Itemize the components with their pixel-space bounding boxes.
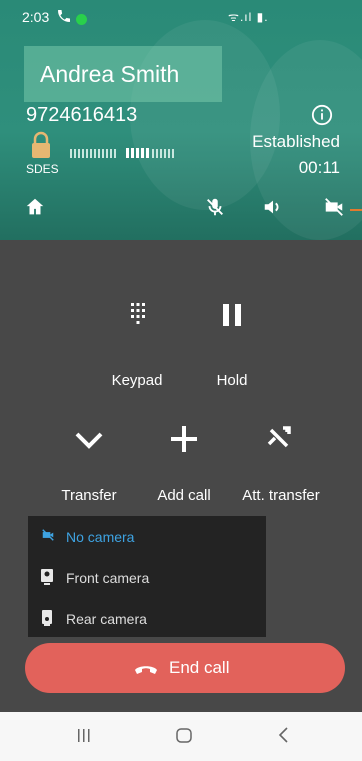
transfer-label: Transfer (61, 487, 117, 504)
active-call-dot (76, 14, 87, 25)
end-call-button[interactable]: End call (25, 643, 345, 693)
system-navigation-bar (0, 712, 362, 761)
rear-camera-icon (40, 610, 54, 631)
transfer-icon (75, 432, 103, 449)
front-camera-icon (40, 569, 54, 590)
signal-quality-bars (70, 146, 180, 165)
video-off-icon[interactable] (322, 196, 350, 224)
menu-item-label: Front camera (66, 570, 150, 586)
call-status: Established (252, 132, 340, 151)
hold-button[interactable]: Hold (203, 300, 261, 389)
attended-transfer-icon (267, 426, 291, 448)
keypad-button[interactable]: Keypad (100, 300, 174, 389)
add-icon (171, 426, 197, 452)
end-call-label: End call (169, 658, 230, 677)
caller-name: Andrea Smith (40, 61, 180, 87)
security-label: SDES (26, 162, 59, 176)
mute-microphone-icon[interactable] (204, 196, 232, 224)
back-icon[interactable] (276, 725, 292, 750)
hang-up-icon (133, 658, 159, 683)
lock-icon (30, 131, 52, 164)
attended-transfer-button[interactable]: Att. transfer (234, 424, 328, 504)
phone-call-icon (56, 8, 72, 27)
status-time: 2:03 (22, 9, 50, 25)
overflow-accent (350, 209, 362, 211)
status-bar: 2:03 ᯤ.ıl ▮. (0, 0, 362, 32)
menu-item-no-camera[interactable]: No camera (28, 517, 266, 557)
caller-number: 9724616413 (26, 104, 138, 126)
menu-item-front-camera[interactable]: Front camera (28, 558, 266, 598)
video-off-icon (40, 528, 56, 547)
pause-icon (223, 304, 241, 326)
speaker-icon[interactable] (262, 196, 290, 224)
call-header: 2:03 ᯤ.ıl ▮. Andrea Smith 9724616413 SDE… (0, 0, 362, 240)
call-duration: 00:11 (298, 158, 340, 177)
keypad-label: Keypad (111, 372, 163, 389)
keypad-icon (131, 303, 145, 324)
home-icon[interactable] (24, 196, 52, 224)
signal-battery-indicators: ᯤ.ıl ▮. (228, 10, 269, 24)
attended-transfer-label: Att. transfer (242, 487, 320, 504)
recent-apps-icon[interactable] (76, 725, 92, 750)
hold-label: Hold (216, 372, 248, 389)
menu-item-rear-camera[interactable]: Rear camera (28, 599, 266, 639)
info-icon[interactable] (311, 104, 333, 131)
add-call-label: Add call (157, 487, 211, 504)
menu-item-label: No camera (66, 529, 135, 545)
menu-item-label: Rear camera (66, 611, 147, 627)
camera-menu: No camera Front camera Rear camera (28, 516, 266, 637)
home-nav-icon[interactable] (174, 725, 194, 750)
transfer-button[interactable]: Transfer (50, 424, 128, 504)
caller-name-box: Andrea Smith (24, 46, 222, 102)
add-call-button[interactable]: Add call (150, 424, 218, 504)
